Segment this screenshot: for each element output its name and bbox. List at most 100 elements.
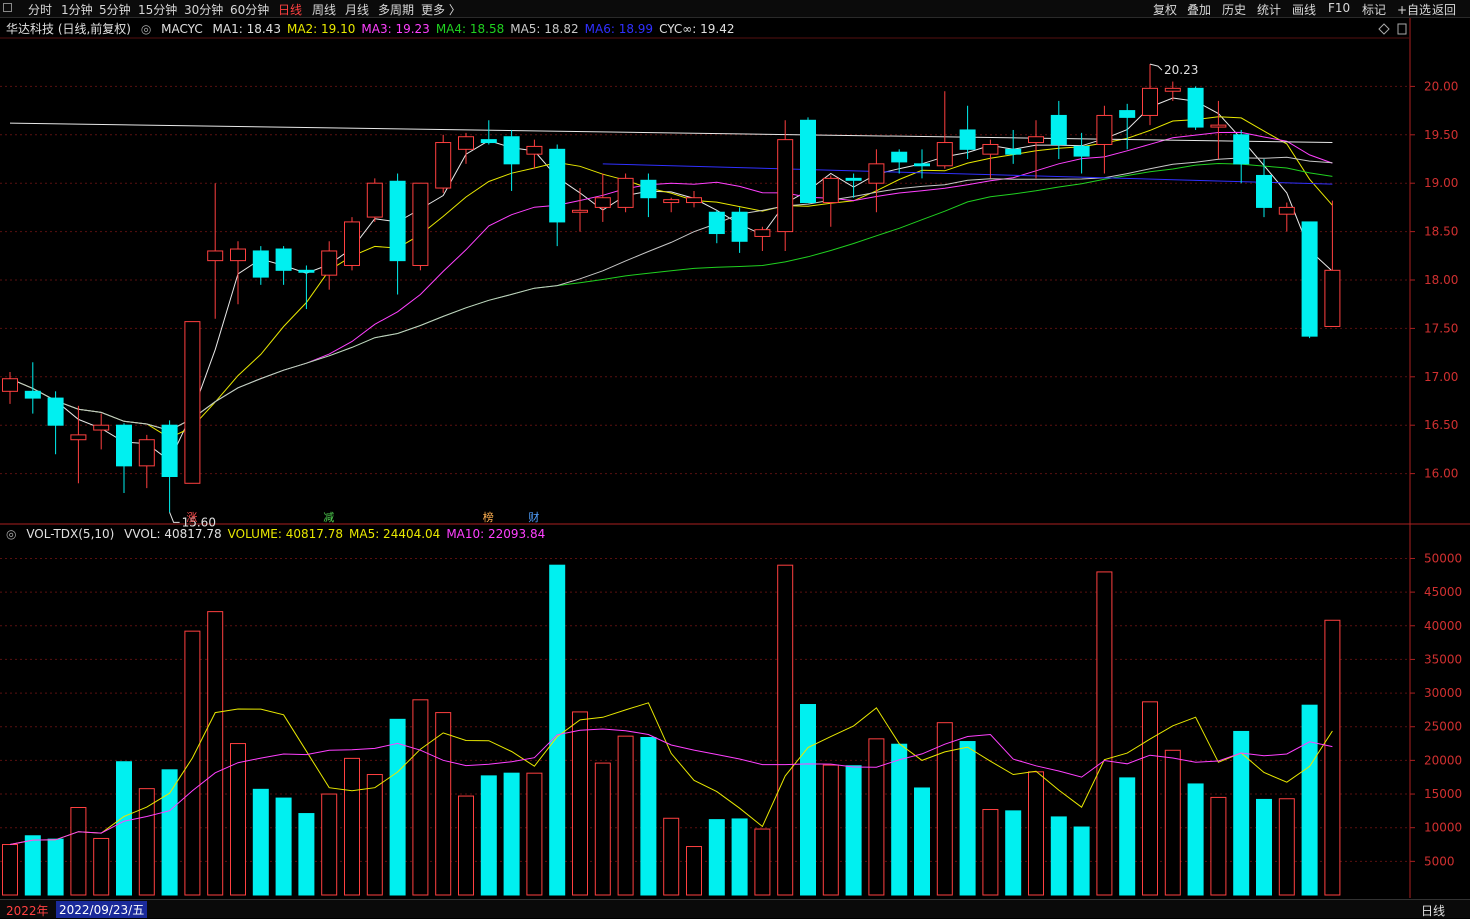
volume-bar: [845, 765, 862, 896]
volume-bar: [116, 761, 132, 896]
low-marker-line: [169, 512, 180, 523]
volume-tick-label: 45000: [1424, 585, 1462, 599]
volume-bar: [480, 775, 497, 896]
volume-tick-label: 50000: [1424, 551, 1462, 565]
volume-tick-label: 40000: [1424, 619, 1462, 633]
volume-bar: [708, 819, 725, 896]
volume-bar: [1073, 826, 1090, 896]
cyc-line: [9, 122, 1333, 144]
candle-body: [458, 136, 474, 150]
volume-bar: [1050, 816, 1067, 896]
candle-body: [572, 209, 588, 213]
price-tick-label: 20.00: [1424, 79, 1458, 93]
candle-body: [389, 180, 406, 262]
volume-tick-label: 30000: [1424, 686, 1462, 700]
volume-bar: [822, 764, 839, 896]
volume-bar: [1164, 749, 1181, 896]
volume-bar: [594, 762, 611, 896]
volume-bar: [572, 711, 588, 896]
candle-body: [366, 182, 383, 218]
candle-body: [1073, 145, 1090, 157]
candle-body: [663, 199, 680, 204]
candle-body: [93, 424, 110, 431]
volume-bar: [1187, 783, 1204, 896]
price-tick-label: 19.50: [1424, 128, 1458, 142]
candle-body: [1324, 269, 1341, 327]
candle-body: [1050, 114, 1067, 145]
cursor-date: 2022/09/23/五: [56, 901, 148, 918]
candle-body: [1210, 124, 1227, 128]
event-marker: 财: [528, 510, 539, 524]
ma3-line: [9, 131, 1333, 432]
candle-body: [138, 439, 155, 467]
year-label: 2022年: [6, 904, 49, 918]
price-tick-label: 18.00: [1424, 273, 1458, 287]
volume-bar: [663, 817, 680, 896]
volume-bar: [1096, 571, 1113, 896]
candle-body: [70, 434, 87, 441]
volume-tick-label: 15000: [1424, 787, 1462, 801]
volume-bar: [868, 738, 885, 896]
candle-body: [1278, 206, 1295, 215]
volume-tick-label: 35000: [1424, 652, 1462, 666]
volume-bar: [731, 818, 748, 896]
price-tick-label: 18.50: [1424, 225, 1458, 239]
candle-body: [1233, 134, 1250, 165]
candle-body: [640, 179, 657, 199]
high-marker-line: [1149, 63, 1163, 71]
candle-body: [184, 321, 201, 484]
candle-body: [1096, 114, 1113, 145]
volume-bar: [1005, 810, 1022, 896]
volume-bar: [617, 735, 634, 896]
volume-bar: [640, 737, 657, 896]
volume-bar: [70, 807, 87, 896]
period-label[interactable]: 日线: [1421, 902, 1445, 919]
volume-bar: [914, 787, 930, 896]
candle-body: [116, 424, 132, 467]
volume-bar: [754, 828, 771, 896]
candle-body: [982, 143, 999, 155]
candle-body: [161, 424, 178, 478]
candle-body: [47, 397, 64, 426]
candle-body: [1005, 148, 1022, 155]
price-tick-label: 19.00: [1424, 176, 1458, 190]
candle-body: [936, 142, 953, 167]
volume-bar: [891, 743, 908, 896]
high-price-label: 20.23: [1164, 63, 1198, 77]
volume-tick-label: 25000: [1424, 720, 1462, 734]
candle-body: [914, 163, 930, 167]
volume-bar: [435, 712, 452, 896]
event-marker: 减: [323, 511, 334, 524]
price-tick-label: 16.00: [1424, 467, 1458, 481]
volume-bar: [1119, 777, 1136, 896]
volume-bar: [298, 813, 315, 896]
volume-bar: [777, 564, 794, 896]
volume-bar: [275, 797, 292, 896]
candle-body: [207, 250, 224, 262]
candle-body: [435, 142, 452, 189]
volume-bar: [207, 611, 224, 896]
diamond-icon: [1378, 23, 1390, 35]
volume-bar: [503, 772, 520, 896]
volume-bar: [1256, 798, 1272, 896]
candle-body: [822, 177, 839, 204]
candle-body: [1119, 110, 1136, 118]
volume-bar: [366, 774, 383, 896]
volume-bar: [686, 846, 702, 896]
volume-bar: [93, 837, 110, 896]
kline-chart[interactable]: 20.00 19.50 19.00 18.50 18.00 17.50 17.00 16.50…: [0, 0, 1470, 917]
candle-body: [777, 139, 794, 233]
volume-bar: [344, 757, 360, 896]
volume-bar: [1142, 701, 1158, 896]
volume-bar: [982, 809, 999, 896]
candle-body: [731, 211, 748, 242]
candle-body: [1256, 174, 1272, 208]
volume-bar: [959, 741, 976, 896]
volume-bar: [1324, 619, 1341, 896]
candle-body: [1301, 221, 1318, 337]
volume-bar: [526, 772, 543, 896]
candle-body: [1142, 87, 1158, 116]
volume-bar: [321, 793, 338, 896]
ma6-line: [602, 163, 1333, 185]
volume-bar: [800, 704, 816, 896]
